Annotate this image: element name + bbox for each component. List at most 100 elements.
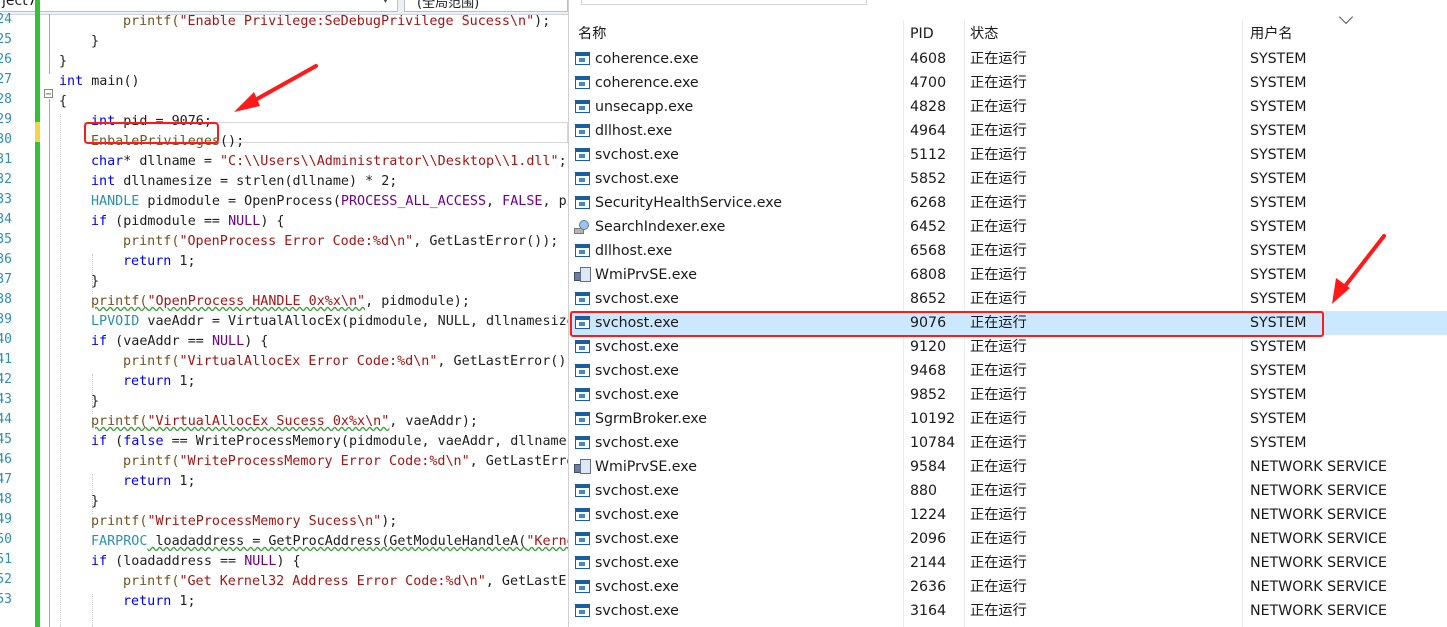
process-row[interactable]: unsecapp.exe 4828 正在运行 SYSTEM	[569, 95, 1447, 119]
process-row[interactable]: dllhost.exe 6568 正在运行 SYSTEM	[569, 239, 1447, 263]
line-number: 52	[0, 572, 12, 587]
process-row[interactable]: svchost.exe 10784 正在运行 SYSTEM	[569, 431, 1447, 455]
collapse-icon[interactable]: −	[44, 89, 53, 100]
process-user: NETWORK SERVICE	[1250, 459, 1387, 475]
process-pid: 5112	[910, 147, 947, 163]
line-number: 43	[0, 392, 12, 407]
process-name: svchost.exe	[595, 171, 679, 187]
code-editor[interactable]: ject7 ▼ (全局范围) 24 25 26 27 28 29 30 31 32 33 34 35 3…	[0, 0, 568, 627]
app-window-icon	[575, 124, 590, 137]
process-status: 正在运行	[970, 339, 1027, 355]
column-header-pid[interactable]: PID	[901, 22, 961, 46]
process-pid: 9468	[910, 363, 947, 379]
indent-guide	[92, 594, 93, 627]
line-number-gutter: 24 25 26 27 28 29 30 31 32 33 34 35 36 37 38 39 40 41 42 43…	[0, 12, 30, 627]
line-number: 45	[0, 432, 12, 447]
process-name: svchost.exe	[595, 291, 679, 307]
process-row[interactable]: svchost.exe 9468 正在运行 SYSTEM	[569, 359, 1447, 383]
process-row[interactable]: svchost.exe 5852 正在运行 SYSTEM	[569, 167, 1447, 191]
process-row[interactable]: svchost.exe 3164 正在运行 NETWORK SERVICE	[569, 599, 1447, 623]
line-number: 31	[0, 152, 12, 167]
line-number: 30	[0, 132, 12, 147]
process-status: 正在运行	[970, 147, 1027, 163]
pid-annotation-box	[84, 122, 219, 144]
line-number: 46	[0, 452, 12, 467]
project-label: ject7	[2, 0, 37, 9]
process-row[interactable]: svchost.exe 2144 正在运行 NETWORK SERVICE	[569, 551, 1447, 575]
code-line: if (false == WriteProcessMemory(pidmodul…	[91, 434, 568, 449]
process-name: svchost.exe	[595, 363, 679, 379]
app-window-icon	[575, 604, 590, 617]
change-tracking-bar	[35, 0, 40, 627]
line-number: 25	[0, 32, 12, 47]
tm-tab-edge	[581, 0, 867, 5]
process-user: SYSTEM	[1250, 99, 1307, 115]
process-row[interactable]: svchost.exe 8652 正在运行 SYSTEM	[569, 287, 1447, 311]
process-row[interactable]: svchost.exe 2096 正在运行 NETWORK SERVICE	[569, 527, 1447, 551]
code-line: char* dllname = "C:\\Users\\Administrato…	[91, 154, 567, 169]
process-row[interactable]: coherence.exe 4608 正在运行 SYSTEM	[569, 47, 1447, 71]
line-number: 51	[0, 552, 12, 567]
app-window-icon	[575, 172, 590, 185]
line-number: 37	[0, 272, 12, 287]
process-row[interactable]: svchost.exe 880 正在运行 NETWORK SERVICE	[569, 479, 1447, 503]
process-status: 正在运行	[970, 51, 1027, 67]
unsaved-change-marker	[35, 122, 40, 142]
process-row[interactable]: svchost.exe 9120 正在运行 SYSTEM	[569, 335, 1447, 359]
column-header-name[interactable]: 名称	[569, 22, 904, 46]
code-line: if (vaeAddr == NULL) {	[91, 334, 269, 349]
column-header-status[interactable]: 状态	[961, 22, 1241, 46]
task-manager-details[interactable]: 名称 PID 状态 用户名 coherence.exe 4608 正在运行 SYSTE…	[569, 0, 1447, 627]
process-row[interactable]: svchost.exe 2636 正在运行 NETWORK SERVICE	[569, 575, 1447, 599]
chevron-down-icon: ▼	[382, 0, 389, 5]
app-window-icon	[575, 196, 590, 209]
process-user: SYSTEM	[1250, 147, 1307, 163]
process-pid: 1224	[910, 507, 947, 523]
process-user: SYSTEM	[1250, 267, 1307, 283]
code-line: int main()	[59, 74, 140, 89]
code-line: printf("Enable Privilege:SeDebugPrivileg…	[123, 14, 551, 29]
process-name: svchost.exe	[595, 579, 679, 595]
process-name: svchost.exe	[595, 147, 679, 163]
process-row[interactable]: SecurityHealthService.exe 6268 正在运行 SYSTEM	[569, 191, 1447, 215]
line-number: 40	[0, 332, 12, 347]
process-pid: 9120	[910, 339, 947, 355]
line-number: 24	[0, 12, 12, 27]
line-number: 27	[0, 72, 12, 87]
process-row[interactable]: svchost.exe 5112 正在运行 SYSTEM	[569, 143, 1447, 167]
process-row[interactable]: coherence.exe 4700 正在运行 SYSTEM	[569, 71, 1447, 95]
process-pid: 8652	[910, 291, 947, 307]
column-header-user[interactable]: 用户名	[1241, 22, 1447, 46]
process-pid: 4828	[910, 99, 947, 115]
process-row[interactable]: SgrmBroker.exe 10192 正在运行 SYSTEM	[569, 407, 1447, 431]
code-line: return 1;	[123, 474, 196, 489]
process-user: SYSTEM	[1250, 435, 1307, 451]
line-number: 36	[0, 252, 12, 267]
app-window-icon	[575, 508, 590, 521]
process-row[interactable]: dllhost.exe 4964 正在运行 SYSTEM	[569, 119, 1447, 143]
process-name: svchost.exe	[595, 531, 679, 547]
code-line: printf("WriteProcessMemory Error Code:%d…	[123, 454, 568, 469]
process-user: SYSTEM	[1250, 291, 1307, 307]
process-row[interactable]: svchost.exe 1224 正在运行 NETWORK SERVICE	[569, 503, 1447, 527]
process-row[interactable]: SearchIndexer.exe 6452 正在运行 SYSTEM	[569, 215, 1447, 239]
process-row[interactable]: WmiPrvSE.exe 6808 正在运行 SYSTEM	[569, 263, 1447, 287]
process-row[interactable]: svchost.exe 9852 正在运行 SYSTEM	[569, 383, 1447, 407]
line-number: 38	[0, 292, 12, 307]
process-user: SYSTEM	[1250, 243, 1307, 259]
code-line: FARPROC loadaddress = GetProcAddress(Get…	[91, 534, 568, 549]
process-pid: 10784	[910, 435, 956, 451]
process-pid: 4964	[910, 123, 947, 139]
process-user: SYSTEM	[1250, 123, 1307, 139]
process-status: 正在运行	[970, 75, 1027, 91]
code-line: int dllnamesize = strlen(dllname) * 2;	[91, 174, 398, 189]
scope-dropdown[interactable]: (全局范围)	[404, 0, 568, 12]
app-window-icon	[575, 388, 590, 401]
project-dropdown[interactable]: ject7 ▼	[0, 0, 398, 12]
process-status: 正在运行	[970, 123, 1027, 139]
app-window-icon	[575, 52, 590, 65]
process-user: SYSTEM	[1250, 411, 1307, 427]
process-name: svchost.exe	[595, 435, 679, 451]
process-pid: 880	[910, 483, 938, 499]
process-row[interactable]: WmiPrvSE.exe 9584 正在运行 NETWORK SERVICE	[569, 455, 1447, 479]
